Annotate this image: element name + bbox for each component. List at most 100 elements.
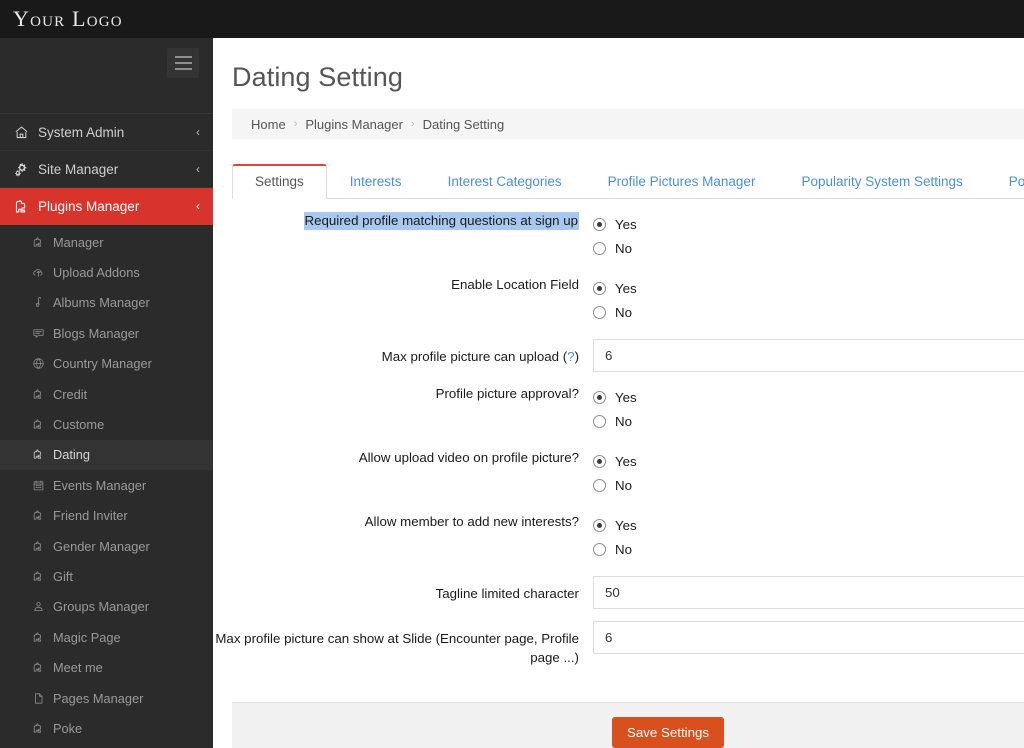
sidebar-subitem-gender-manager[interactable]: Gender Manager — [0, 531, 213, 561]
home-icon — [14, 125, 35, 140]
radio-label: No — [615, 304, 632, 320]
radio-button[interactable] — [593, 478, 606, 492]
sidebar-subitem-label: Manager — [53, 234, 104, 250]
form-row-control: Yes No — [593, 512, 1024, 561]
puzzle-icon — [14, 199, 35, 214]
page-title: Dating Setting — [232, 62, 404, 92]
sidebar-item-system-admin[interactable]: System Admin ‹ — [0, 114, 213, 151]
sidebar-subitem-custome[interactable]: Custome — [0, 409, 213, 439]
radio-option-yes[interactable]: Yes — [593, 385, 1024, 409]
file-icon — [32, 692, 50, 705]
form-footer: Save Settings — [232, 702, 1024, 748]
radio-option-yes[interactable]: Yes — [593, 513, 1024, 537]
sidebar-subitem-dating[interactable]: Dating — [0, 439, 213, 471]
help-icon[interactable]: ? — [567, 349, 574, 364]
users-icon — [32, 600, 50, 613]
form-row: Tagline limited character — [213, 576, 1024, 609]
tab-interests[interactable]: Interests — [327, 164, 425, 200]
radio-option-no[interactable]: No — [593, 236, 1024, 260]
sidebar-subitem-country-manager[interactable]: Country Manager — [0, 349, 213, 379]
sidebar-subitem-magic-page[interactable]: Magic Page — [0, 622, 213, 652]
radio-button[interactable] — [593, 217, 606, 231]
radio-group: Yes No — [593, 384, 1024, 433]
radio-button[interactable] — [593, 518, 606, 532]
radio-group: Yes No — [593, 211, 1024, 260]
sidebar-sub-nav: Manager Upload Addons Albums Manager Blogs … — [0, 225, 213, 744]
sidebar-item-site-manager[interactable]: Site Manager ‹ — [0, 151, 213, 188]
radio-group: Yes No — [593, 448, 1024, 497]
radio-option-no[interactable]: No — [593, 409, 1024, 433]
tab-settings[interactable]: Settings — [232, 163, 327, 199]
cloud-upload-icon — [32, 266, 50, 279]
sidebar-subitem-friend-inviter[interactable]: Friend Inviter — [0, 501, 213, 531]
form-row-control: Yes No — [593, 211, 1024, 260]
sidebar-subitem-gift[interactable]: Gift — [0, 561, 213, 591]
radio-button[interactable] — [593, 414, 606, 428]
radio-option-no[interactable]: No — [593, 300, 1024, 324]
sidebar-subitem-blogs-manager[interactable]: Blogs Manager — [0, 318, 213, 348]
sidebar-subitem-label: Poke — [53, 720, 83, 736]
form-row-control: Yes No — [593, 384, 1024, 433]
form-row-control — [593, 621, 1024, 654]
chevron-left-icon: ‹ — [196, 162, 200, 176]
radio-label: Yes — [615, 216, 637, 232]
breadcrumb-item-plugins-manager[interactable]: Plugins Manager — [305, 117, 403, 132]
text-input[interactable] — [593, 339, 1024, 372]
radio-option-yes[interactable]: Yes — [593, 212, 1024, 236]
chevron-right-icon: › — [293, 118, 298, 130]
sidebar-subitem-pages-manager[interactable]: Pages Manager — [0, 683, 213, 713]
form-row-label: Max profile picture can upload (?) — [381, 349, 579, 364]
sidebar-subitem-label: Gift — [53, 568, 73, 584]
hamburger-bar — [174, 62, 192, 64]
form-row-control: Yes No — [593, 275, 1024, 324]
sidebar-item-plugins-manager[interactable]: Plugins Manager ‹ — [0, 188, 213, 225]
radio-option-yes[interactable]: Yes — [593, 276, 1024, 300]
sidebar-subitem-label: Magic Page — [53, 629, 121, 645]
sidebar-subitem-credit[interactable]: Credit — [0, 379, 213, 409]
text-input[interactable] — [593, 576, 1024, 609]
form-row: Max profile picture can show at Slide (E… — [213, 621, 1024, 667]
puzzle-icon — [32, 570, 50, 583]
sidebar-header — [0, 38, 213, 113]
form-row: Enable Location Field Yes No — [213, 275, 1024, 324]
sidebar-subitem-poke[interactable]: Poke — [0, 713, 213, 743]
breadcrumb-item-dating-setting[interactable]: Dating Setting — [423, 117, 505, 132]
puzzle-icon — [32, 540, 50, 553]
radio-button[interactable] — [593, 542, 606, 556]
radio-button[interactable] — [593, 305, 606, 319]
hamburger-menu-icon[interactable] — [167, 48, 199, 78]
sidebar-subitem-events-manager[interactable]: Events Manager — [0, 470, 213, 500]
puzzle-icon — [32, 418, 50, 431]
form-row-label: Tagline limited character — [435, 586, 579, 601]
sidebar-subitem-groups-manager[interactable]: Groups Manager — [0, 592, 213, 622]
chevron-left-icon: ‹ — [196, 199, 200, 213]
site-logo[interactable]: Your Logo — [0, 8, 123, 30]
sidebar-subitem-label: Credit — [53, 386, 88, 402]
selected-text: Required profile matching questions at s… — [303, 212, 579, 230]
form-row-label: Allow member to add new interests? — [364, 514, 579, 529]
sidebar-subitem-upload-addons[interactable]: Upload Addons — [0, 257, 213, 287]
puzzle-icon — [32, 448, 50, 461]
tab-popularity-transactions[interactable]: Popularity Transactions — [986, 164, 1024, 200]
tab-bar: Settings Interests Interest Categories Prof… — [232, 161, 1024, 199]
sidebar-subitem-meet-me[interactable]: Meet me — [0, 652, 213, 682]
tab-profile-pictures-manager[interactable]: Profile Pictures Manager — [585, 164, 779, 200]
sidebar-subitem-albums-manager[interactable]: Albums Manager — [0, 288, 213, 318]
radio-option-no[interactable]: No — [593, 537, 1024, 561]
radio-option-no[interactable]: No — [593, 473, 1024, 497]
calendar-icon — [32, 479, 50, 492]
tab-interest-categories[interactable]: Interest Categories — [425, 164, 585, 200]
radio-button[interactable] — [593, 281, 606, 295]
sidebar-subitem-manager[interactable]: Manager — [0, 227, 213, 257]
globe-icon — [32, 357, 50, 370]
save-settings-button[interactable]: Save Settings — [612, 716, 725, 748]
radio-button[interactable] — [593, 241, 606, 255]
radio-button[interactable] — [593, 454, 606, 468]
tab-popularity-system-settings[interactable]: Popularity System Settings — [778, 164, 985, 200]
radio-label: No — [615, 541, 632, 557]
radio-option-yes[interactable]: Yes — [593, 449, 1024, 473]
text-input[interactable] — [593, 621, 1024, 654]
sidebar-subitem-label: Country Manager — [53, 356, 152, 372]
breadcrumb-item-home[interactable]: Home — [251, 117, 286, 132]
radio-button[interactable] — [593, 390, 606, 404]
